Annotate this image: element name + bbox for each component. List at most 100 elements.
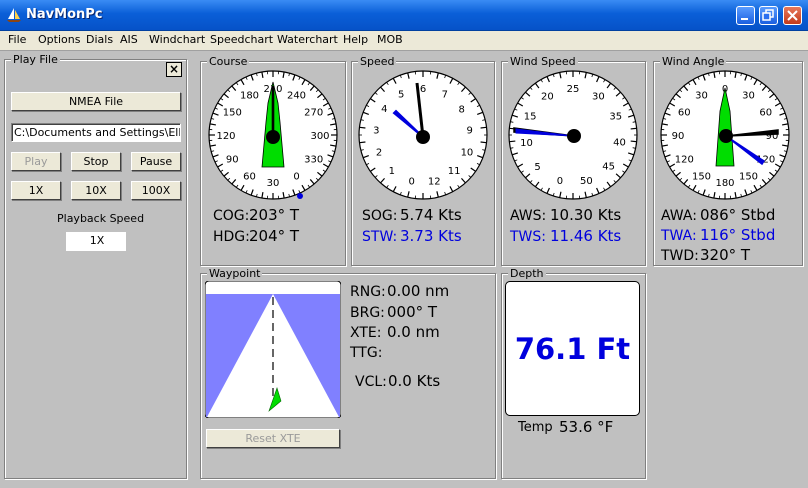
file-path-field[interactable]: C:\Documents and Settings\Elliott (11, 123, 181, 142)
depth-panel: Depth 76.1 Ft Temp 53.6 °F (501, 267, 646, 479)
waypoint-title: Waypoint (207, 267, 263, 280)
course-tick-label: 150 (223, 108, 242, 119)
tws-label: TWS: (510, 229, 546, 245)
speed-tick-label: 5 (398, 89, 404, 100)
wind-speed-tick-label: 50 (580, 176, 593, 187)
menu-mob[interactable]: MOB (377, 33, 403, 46)
ttg-label: TTG: (350, 345, 383, 361)
depth-display: 76.1 Ft (505, 281, 640, 416)
twa-value: 116° Stbd (700, 226, 776, 244)
wind-speed-tick-label: 20 (541, 92, 554, 103)
speed-tick-label: 12 (428, 177, 441, 188)
speed-100x-button[interactable]: 100X (131, 181, 181, 200)
maximize-button[interactable] (759, 6, 778, 25)
course-needle-hub (266, 130, 280, 144)
minimize-button[interactable] (736, 6, 755, 25)
speed-tick-label: 7 (442, 89, 448, 100)
wind-angle-tick-label: 30 (742, 90, 755, 101)
pause-button[interactable]: Pause (131, 152, 181, 171)
course-tick-label: 300 (310, 131, 329, 142)
speed-tick (480, 126, 487, 129)
wind-angle-tick-label: 180 (715, 178, 734, 189)
wind-angle-tick-label: 150 (692, 172, 711, 183)
speed-tick-label: 0 (409, 177, 415, 188)
speed-panel: Speed 6 7 8 9 10 11 12 0 1 2 3 4 5 SOG: 5.74 Kts STW… (351, 55, 495, 266)
menu-waterchart[interactable]: Waterchart (277, 33, 338, 46)
twd-label: TWD: (661, 248, 699, 264)
title-bar[interactable]: NavMonPc (0, 0, 808, 31)
speed-tick-label: 2 (376, 148, 382, 159)
wind-angle-tick-label: 60 (759, 108, 772, 119)
wind-speed-needle-hub (567, 129, 581, 143)
wind-angle-tick-label: 30 (695, 90, 708, 101)
wind-angle-dial: 0306090120150180150120906030 (660, 70, 790, 200)
menu-options[interactable]: Options (38, 33, 80, 46)
menu-file[interactable]: File (8, 33, 26, 46)
close-window-button[interactable] (783, 6, 802, 25)
wind-speed-tick-label: 30 (592, 91, 605, 102)
menu-ais[interactable]: AIS (120, 33, 138, 46)
wind-angle-tick-label: 60 (678, 108, 691, 119)
stop-button[interactable]: Stop (71, 152, 121, 171)
wind-speed-tick (630, 127, 637, 130)
highway-display (205, 281, 341, 418)
menu-speedchart[interactable]: Speedchart (210, 33, 273, 46)
cog-value: 203° T (249, 206, 300, 224)
play-file-title: Play File (11, 53, 60, 66)
menu-help[interactable]: Help (343, 33, 368, 46)
wind-speed-tick (509, 140, 516, 143)
wind-speed-tick-label: 45 (602, 162, 615, 173)
xte-label: XTE: (350, 325, 382, 341)
sog-label: SOG: (362, 208, 398, 224)
wind-angle-tick-label: 90 (672, 131, 685, 142)
play-file-panel: Play File × NMEA File C:\Documents and S… (4, 53, 187, 479)
stw-value: 3.73 Kts (400, 227, 462, 245)
reset-xte-button[interactable]: Reset XTE (206, 429, 340, 448)
aws-label: AWS: (510, 208, 547, 224)
xte-value: 0.0 nm (387, 323, 440, 341)
awa-label: AWA: (661, 208, 697, 224)
wind-speed-panel: Wind Speed 25 30 35 40 45 50 0 5 10 15 20 AWS: 10.… (501, 55, 646, 266)
close-play-panel-button[interactable]: × (166, 62, 182, 77)
brg-label: BRG: (350, 305, 385, 321)
depth-title: Depth (508, 267, 546, 280)
temp-value: 53.6 °F (559, 418, 614, 436)
playback-speed-value: 1X (66, 232, 126, 251)
vcl-label: VCL: (355, 374, 387, 390)
wind-speed-tick-label: 0 (557, 176, 563, 187)
aws-value: 10.30 Kts (550, 206, 622, 224)
speed-dial: 6 789101112012345 (358, 70, 488, 200)
wind-speed-tick-label: 25 (567, 84, 580, 95)
minimize-icon (741, 18, 748, 20)
stw-label: STW: (362, 229, 398, 245)
course-bearing-marker (297, 193, 303, 199)
brg-value: 000° T (387, 303, 438, 321)
speed-tick-label: 1 (389, 166, 395, 177)
wind-speed-tick-label: 15 (524, 112, 537, 123)
wind-angle-tick-label: 150 (739, 172, 758, 183)
tws-value: 11.46 Kts (550, 227, 622, 245)
course-tick-label: 60 (243, 172, 256, 183)
speed-tick (359, 126, 366, 129)
restore-icon (762, 9, 774, 21)
course-tick-label: 270 (304, 108, 323, 119)
speed-tick-label: 8 (458, 104, 464, 115)
course-tick-label: 30 (267, 178, 280, 189)
speed-tick (480, 141, 487, 144)
twa-label: TWA: (661, 228, 697, 244)
waypoint-panel: Waypoint Reset XTE RNG: 0.00 nm BRG: 000… (200, 267, 496, 479)
speed-10x-button[interactable]: 10X (71, 181, 121, 200)
speed-1x-button[interactable]: 1X (11, 181, 61, 200)
rng-value: 0.00 nm (387, 282, 450, 300)
course-tick-label: 180 (240, 90, 259, 101)
speed-tick-label: 3 (373, 125, 379, 136)
nmea-file-button[interactable]: NMEA File (11, 92, 181, 111)
sailboat-icon (7, 8, 21, 22)
menu-windchart[interactable]: Windchart (149, 33, 205, 46)
course-tick-label: 90 (226, 155, 239, 166)
play-button[interactable]: Play (11, 152, 61, 171)
wind-speed-tick-label: 10 (520, 138, 533, 149)
course-tick-label: 240 (287, 90, 306, 101)
temp-label: Temp (518, 420, 553, 435)
menu-dials[interactable]: Dials (86, 33, 113, 46)
